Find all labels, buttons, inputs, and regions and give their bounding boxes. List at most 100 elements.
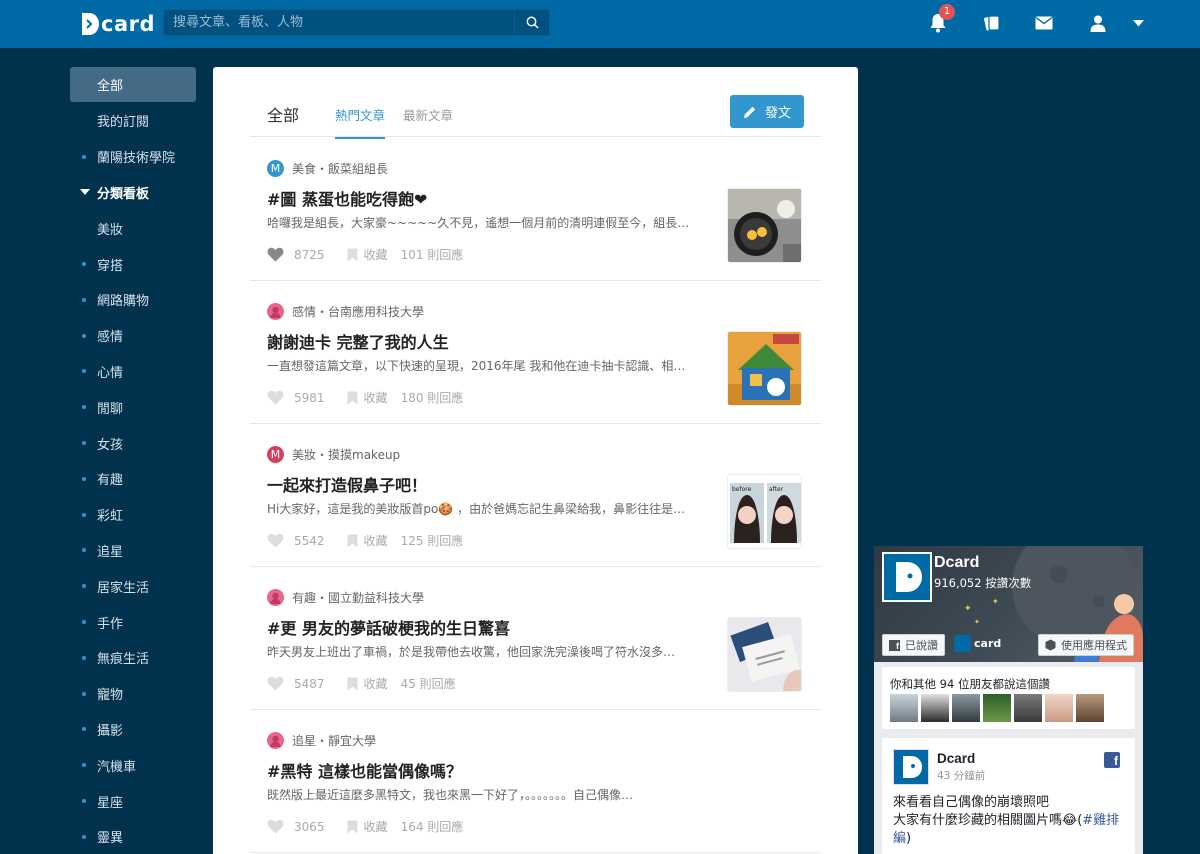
post-thumbnail[interactable]	[727, 331, 802, 406]
bookmark-icon[interactable]	[347, 820, 358, 834]
post-stats: 3065 收藏 164 則回應	[267, 818, 463, 835]
post-title[interactable]: 謝謝迪卡 完整了我的人生	[267, 329, 449, 353]
sidebar-dot-icon	[82, 512, 86, 517]
like-count: 8725	[294, 247, 325, 262]
heart-icon[interactable]	[267, 819, 284, 834]
post-tabs: 全部 熱門文章 最新文章 發文	[250, 95, 821, 139]
post-thumbnail[interactable]	[727, 188, 802, 263]
save-label[interactable]: 收藏	[364, 532, 388, 549]
profile-button[interactable]	[1087, 12, 1109, 34]
sidebar-item[interactable]: 女孩	[70, 425, 196, 461]
svg-text:✦: ✦	[974, 618, 980, 626]
sidebar-item[interactable]: 攝影	[70, 712, 196, 748]
post-title[interactable]: #圖 蒸蛋也能吃得飽❤	[267, 186, 427, 210]
sidebar-section-header[interactable]: 分類看板	[70, 175, 196, 211]
dcard-logo-icon	[82, 13, 99, 35]
bookmark-icon[interactable]	[347, 391, 358, 405]
sidebar-item-label: 汽機車	[97, 759, 137, 775]
sidebar-item-label: 感情	[97, 330, 124, 346]
sidebar-item[interactable]: 美妝	[70, 210, 196, 246]
dcard-logo[interactable]: card	[80, 9, 155, 39]
cover-dcard-logo-icon	[954, 635, 971, 652]
friend-avatar[interactable]	[921, 694, 949, 722]
sidebar-item[interactable]: 靈異	[70, 819, 196, 854]
post-title[interactable]: #更 男友的夢話破梗我的生日驚喜	[267, 615, 510, 639]
save-label[interactable]: 收藏	[364, 246, 388, 263]
new-post-button[interactable]: 發文	[730, 95, 804, 128]
post-title[interactable]: 一起來打造假鼻子吧！	[267, 472, 427, 496]
heart-icon[interactable]	[267, 533, 284, 548]
sidebar-item-label: 星座	[97, 795, 124, 811]
sidebar-dot-icon	[82, 620, 86, 625]
sidebar-item[interactable]: 無痕生活	[70, 640, 196, 676]
facebook-liked-button[interactable]: f 已說讚	[882, 634, 945, 656]
post-timestamp[interactable]: 43 分鐘前	[937, 768, 985, 783]
sidebar-item[interactable]: 居家生活	[70, 568, 196, 604]
new-post-label: 發文	[764, 106, 791, 121]
sidebar-item[interactable]: 汽機車	[70, 747, 196, 783]
post-item[interactable]: 感情・台南應用科技大學 謝謝迪卡 完整了我的人生 一直想發這篇文章，以下快速的呈現，…	[250, 281, 821, 424]
post-stats: 5542 收藏 125 則回應	[267, 532, 463, 549]
friend-avatar[interactable]	[1076, 694, 1104, 722]
post-forum-school: 美食・飯菜組組長	[292, 162, 389, 176]
sidebar-item[interactable]: 彩虹	[70, 497, 196, 533]
search-button[interactable]	[514, 10, 549, 35]
sidebar-item[interactable]: 我的訂閱	[70, 103, 196, 139]
messages-button[interactable]	[1033, 12, 1055, 34]
sidebar-item[interactable]: 追星	[70, 533, 196, 569]
heart-icon[interactable]	[267, 247, 284, 262]
sidebar-item[interactable]: 寵物	[70, 676, 196, 712]
bookmark-icon[interactable]	[347, 534, 358, 548]
sidebar-dot-icon	[82, 441, 86, 446]
sidebar-item[interactable]: 手作	[70, 604, 196, 640]
heart-icon[interactable]	[267, 676, 284, 691]
post-forum-school: 美妝・摸摸makeup	[292, 448, 401, 462]
post-item[interactable]: M 美妝・摸摸makeup 一起來打造假鼻子吧！ Hi大家好，這是我的美妝版首po🍪 …	[250, 424, 821, 567]
sidebar-item[interactable]: 網路購物	[70, 282, 196, 318]
top-navigation-bar: card 1	[0, 0, 1200, 48]
reply-count: 45 則回應	[400, 677, 456, 691]
cards-button[interactable]	[981, 12, 1003, 34]
facebook-page-avatar[interactable]	[882, 552, 932, 602]
friend-avatar[interactable]	[890, 694, 918, 722]
sidebar-item[interactable]: 全部	[70, 67, 196, 102]
post-item[interactable]: 有趣・國立勤益科技大學 #更 男友的夢話破梗我的生日驚喜 昨天男友上班出了車禍，於是…	[250, 567, 821, 710]
friend-avatar[interactable]	[983, 694, 1011, 722]
bookmark-icon[interactable]	[347, 677, 358, 691]
post-author-name[interactable]: Dcard	[937, 751, 975, 766]
post-excerpt: 昨天男友上班出了車禍，於是我帶他去收驚，他回家洗完澡後喝了符水沒多…	[267, 645, 676, 659]
sidebar-item[interactable]: 穿搭	[70, 246, 196, 282]
tab-popular[interactable]: 熱門文章	[335, 105, 386, 139]
friend-avatar[interactable]	[952, 694, 980, 722]
sidebar-item[interactable]: 星座	[70, 783, 196, 819]
sidebar-item[interactable]: 蘭陽技術學院	[70, 139, 196, 175]
facebook-logo-icon[interactable]: f	[1104, 752, 1120, 768]
account-menu-button[interactable]	[1127, 12, 1149, 34]
forum-icon: M	[267, 160, 284, 177]
sidebar-item[interactable]: 感情	[70, 318, 196, 354]
notification-button[interactable]: 1	[927, 4, 955, 34]
tab-latest[interactable]: 最新文章	[403, 105, 453, 124]
facebook-page-name[interactable]: Dcard	[934, 554, 979, 572]
post-title[interactable]: #黑特 這樣也能當偶像嗎？	[267, 758, 462, 782]
bookmark-icon[interactable]	[347, 248, 358, 262]
search-input[interactable]	[164, 10, 514, 35]
user-silhouette-icon	[270, 306, 281, 318]
sidebar-item[interactable]: 閒聊	[70, 389, 196, 425]
post-thumbnail[interactable]: before after	[727, 474, 802, 549]
post-item[interactable]: M 美食・飯菜組組長 #圖 蒸蛋也能吃得飽❤ 哈囉我是組長，大家豪~~~~~久不見，遙…	[250, 138, 821, 281]
friend-avatar[interactable]	[1045, 694, 1073, 722]
post-item[interactable]: 追星・靜宜大學 #黑特 這樣也能當偶像嗎？ 既然版上最近這麼多黑特文，我也來黑一下好…	[250, 710, 821, 853]
forum-icon	[267, 732, 284, 749]
sidebar-item[interactable]: 心情	[70, 354, 196, 390]
post-author-avatar[interactable]	[893, 749, 929, 785]
heart-icon[interactable]	[267, 390, 284, 405]
friend-avatar[interactable]	[1014, 694, 1042, 722]
save-label[interactable]: 收藏	[364, 675, 388, 692]
post-thumbnail[interactable]	[727, 617, 802, 692]
save-label[interactable]: 收藏	[364, 818, 388, 835]
cover-brand-text: card	[974, 637, 1002, 650]
save-label[interactable]: 收藏	[364, 389, 388, 406]
sidebar-item[interactable]: 有趣	[70, 461, 196, 497]
use-app-button[interactable]: 使用應用程式	[1038, 634, 1134, 656]
